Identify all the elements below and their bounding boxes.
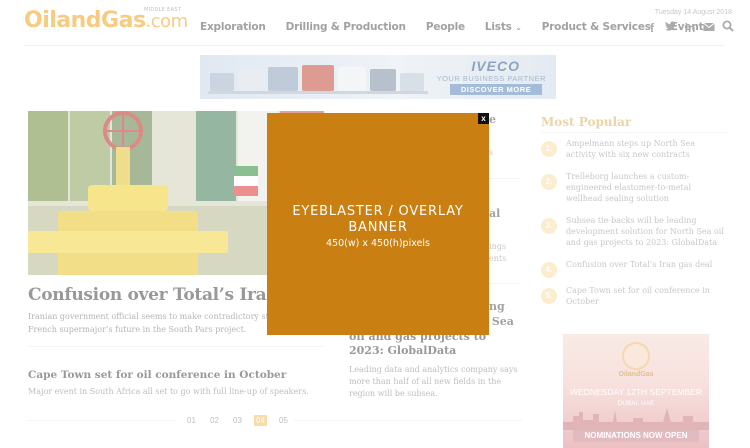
overlay-title: EYEBLASTER / OVERLAY BANNER — [267, 204, 489, 236]
overlay-title-line: EYEBLASTER / OVERLAY — [292, 204, 464, 219]
overlay-size: 450(w) x 450(h)pixels — [326, 238, 430, 249]
overlay-title-line: BANNER — [348, 220, 408, 235]
close-icon[interactable]: x — [478, 113, 489, 124]
overlay-banner[interactable]: x EYEBLASTER / OVERLAY BANNER 450(w) x 4… — [267, 113, 489, 335]
